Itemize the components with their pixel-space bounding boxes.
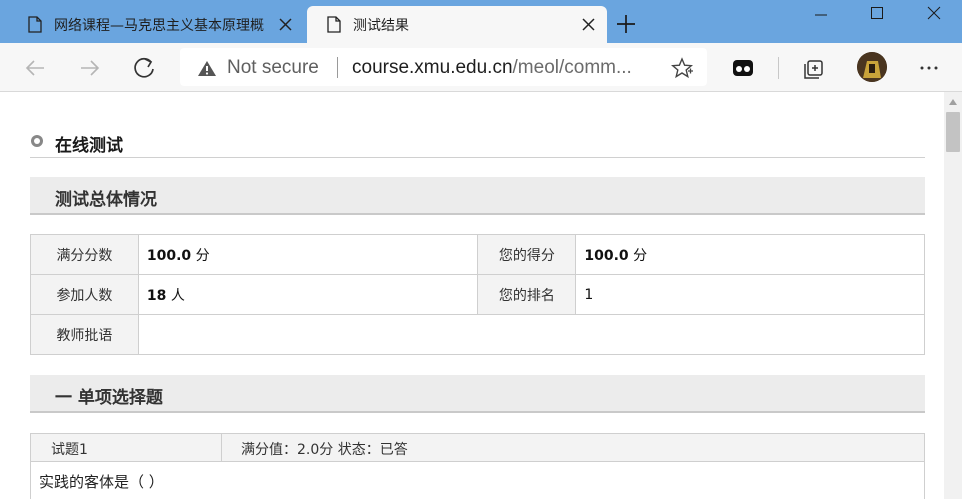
more-menu-icon[interactable] (914, 53, 944, 83)
bullet-icon (31, 135, 43, 147)
summary-table: 满分分数 100.0 分 您的得分 100.0 分 参加人数 18 人 您的排名… (30, 234, 926, 355)
vertical-scrollbar[interactable] (944, 92, 962, 499)
full-score-label: 满分分数 (30, 234, 139, 275)
question-header: 试题1 满分值：2.0分 状态：已答 (31, 434, 924, 462)
question-card: 试题1 满分值：2.0分 状态：已答 实践的客体是（ ） (30, 433, 925, 499)
favorite-star-icon[interactable] (671, 57, 693, 79)
minimize-icon (815, 14, 827, 16)
address-bar[interactable]: Not secure course.xmu.edu.cn/meol/comm..… (180, 48, 707, 86)
question-number: 试题1 (51, 442, 88, 458)
url-host: course.xmu.edu.cn (352, 57, 513, 78)
warning-icon (198, 61, 216, 76)
section-header: 在线测试 (30, 128, 925, 158)
table-row: 满分分数 100.0 分 您的得分 100.0 分 (30, 234, 925, 275)
security-label[interactable]: Not secure (227, 57, 319, 79)
refresh-icon[interactable] (129, 53, 159, 83)
participants-unit: 人 (170, 287, 185, 304)
table-row: 参加人数 18 人 您的排名 1 (30, 274, 925, 315)
page-title: 在线测试 (55, 136, 123, 156)
scrollbar-thumb[interactable] (946, 112, 960, 152)
full-score-value: 100.0 分 (137, 234, 479, 275)
page-content: 在线测试 测试总体情况 满分分数 100.0 分 您的得分 100.0 分 参加… (0, 92, 944, 499)
profile-avatar[interactable] (857, 52, 887, 82)
page-icon (28, 16, 42, 33)
tab-course[interactable]: 网络课程—马克思主义基本原理概 (8, 6, 304, 43)
full-score-number: 100.0 (146, 247, 192, 264)
scroll-up-icon[interactable] (949, 99, 957, 105)
part-bar: 一 单项选择题 (30, 375, 925, 413)
question-meta: 满分值：2.0分 状态：已答 (241, 442, 408, 458)
close-icon[interactable] (580, 16, 597, 33)
browser-toolbar: Not secure course.xmu.edu.cn/meol/comm..… (0, 43, 962, 92)
minimize-button[interactable] (797, 0, 845, 30)
url-text[interactable]: course.xmu.edu.cn/meol/comm... (352, 57, 632, 79)
maximize-icon (871, 7, 883, 19)
participants-number: 18 (146, 287, 167, 304)
forward-icon[interactable] (75, 53, 105, 83)
my-score-number: 100.0 (584, 247, 629, 264)
part-title: 一 单项选择题 (55, 388, 163, 408)
summary-bar-title: 测试总体情况 (55, 190, 157, 210)
back-icon[interactable] (20, 53, 50, 83)
close-icon (927, 6, 941, 20)
rank-value: 1 (575, 274, 925, 315)
address-separator (337, 57, 338, 78)
my-score-label: 您的得分 (477, 234, 577, 275)
tab-label: 测试结果 (353, 18, 409, 34)
browser-titlebar: 网络课程—马克思主义基本原理概 测试结果 (0, 0, 962, 43)
full-score-unit: 分 (195, 247, 210, 264)
tab-test-result[interactable]: 测试结果 (307, 6, 607, 43)
url-path: /meol/comm... (512, 57, 632, 78)
avatar-image (857, 52, 887, 82)
table-row: 教师批语 (30, 314, 926, 355)
maximize-button[interactable] (853, 0, 901, 30)
page-icon (327, 16, 341, 33)
teacher-comment-value (137, 314, 926, 355)
toolbar-separator (778, 57, 779, 79)
collections-icon[interactable] (800, 53, 830, 83)
new-tab-icon[interactable] (612, 12, 640, 36)
participants-label: 参加人数 (30, 274, 139, 315)
teacher-comment-label: 教师批语 (30, 314, 139, 355)
rank-label: 您的排名 (477, 274, 577, 315)
participants-value: 18 人 (137, 274, 479, 315)
my-score-value: 100.0 分 (575, 234, 925, 275)
question-header-divider (221, 434, 222, 462)
extension-icon[interactable] (728, 53, 758, 83)
close-icon[interactable] (277, 16, 294, 33)
my-score-unit: 分 (633, 247, 648, 264)
tab-label: 网络课程—马克思主义基本原理概 (54, 18, 264, 34)
close-window-button[interactable] (910, 0, 958, 30)
summary-bar: 测试总体情况 (30, 177, 925, 215)
question-text: 实践的客体是（ ） (39, 473, 164, 491)
